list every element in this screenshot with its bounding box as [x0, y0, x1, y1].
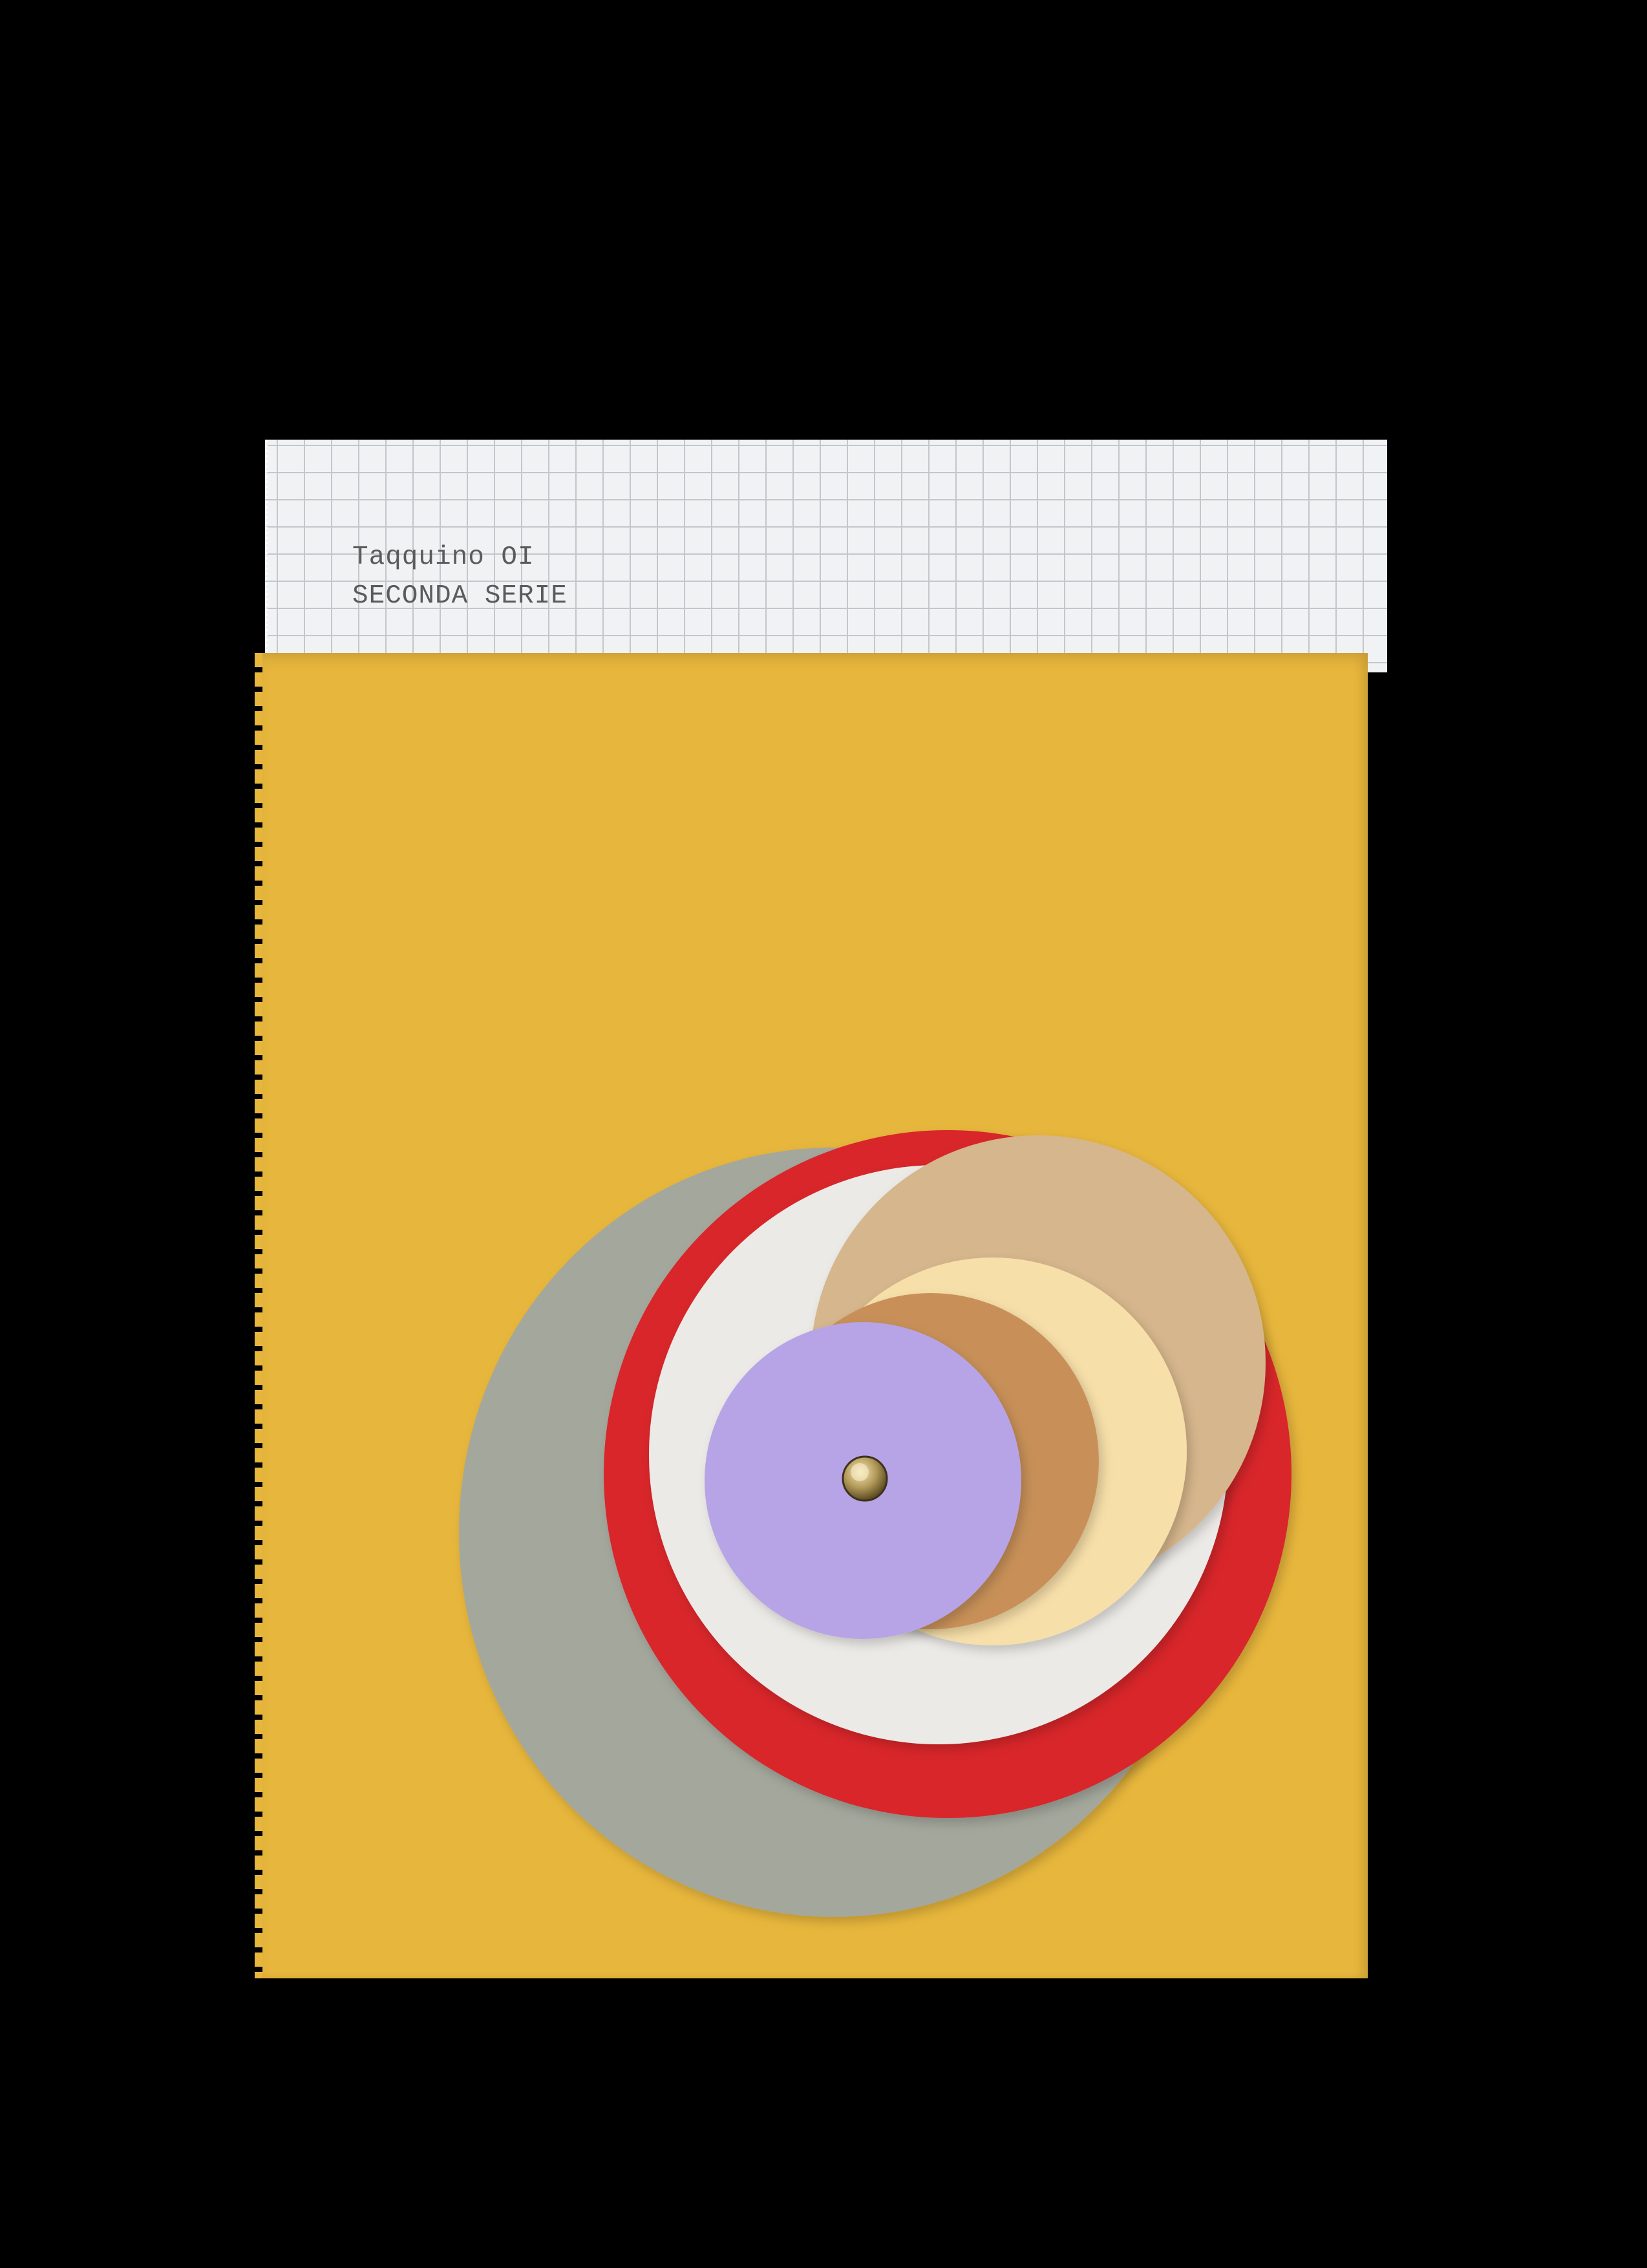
notebook-scene: Taqquino OI SECONDA SERIE	[0, 0, 1647, 2268]
paper-discs-collage	[459, 1130, 1291, 1917]
rivet-highlight	[851, 1463, 869, 1481]
